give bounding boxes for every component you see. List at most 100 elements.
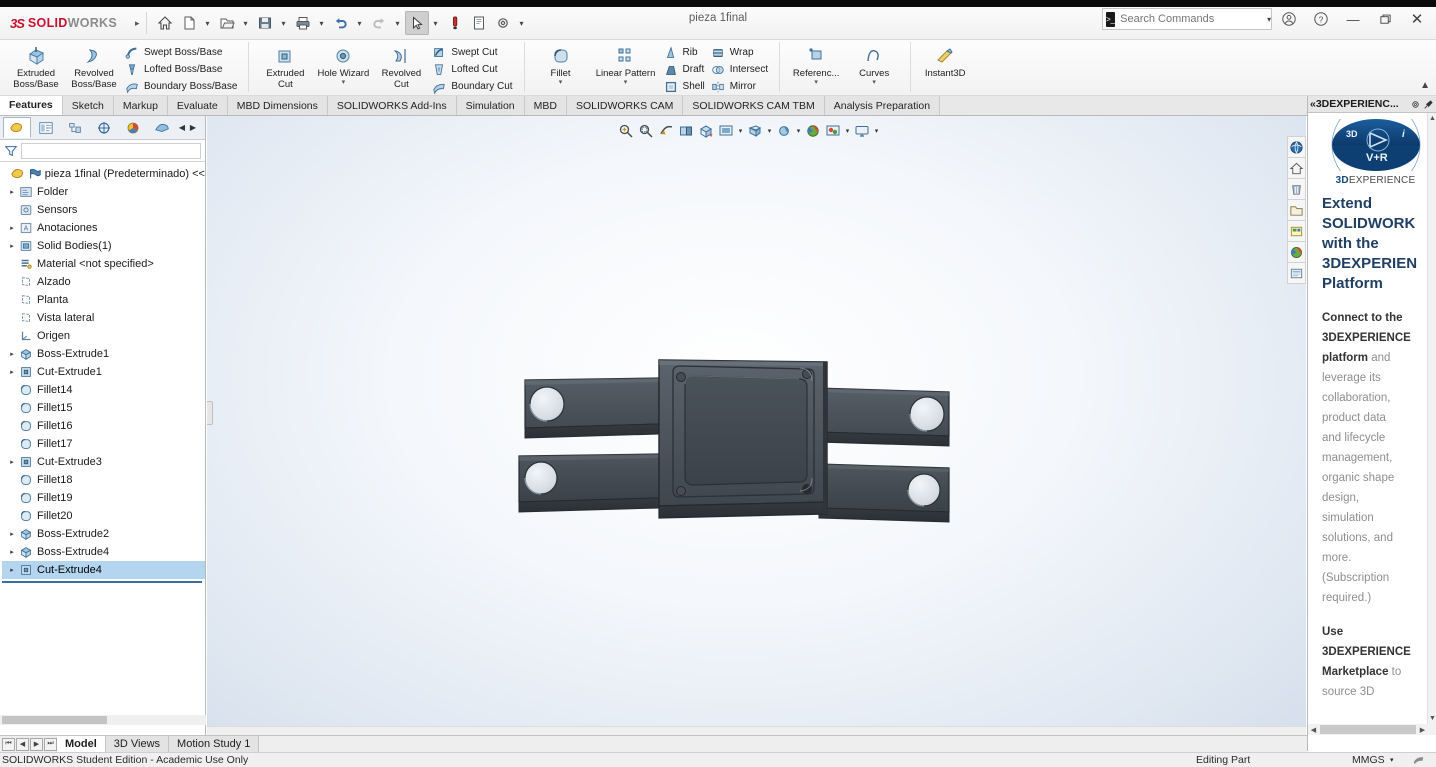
display-manager-tab[interactable]: [119, 117, 147, 138]
task-pane-scroll-down-icon[interactable]: ▼: [1428, 713, 1436, 724]
shell-button[interactable]: Shell: [662, 78, 709, 95]
curves-button[interactable]: Curves ▾: [845, 42, 903, 86]
tree-item[interactable]: Alzado: [2, 273, 205, 291]
graphics-viewport[interactable]: ▾ ▾ ▾ ▾ ▾: [207, 116, 1306, 735]
fillet-button[interactable]: Fillet ▾: [532, 42, 590, 86]
decals-icon[interactable]: [1286, 220, 1306, 242]
tree-item[interactable]: Planta: [2, 291, 205, 309]
close-button[interactable]: ✕: [1402, 7, 1432, 31]
wrap-button[interactable]: Wrap: [709, 44, 772, 61]
swept-boss-base-button[interactable]: Swept Boss/Base: [123, 44, 241, 61]
feature-tree-filter[interactable]: [0, 140, 205, 162]
tree-item[interactable]: ▸ Solid Bodies(1): [2, 237, 205, 255]
expand-arrow-icon[interactable]: ▸: [6, 350, 18, 358]
tree-item[interactable]: ▸ Cut-Extrude1: [2, 363, 205, 381]
tree-item-selected[interactable]: ▸ Cut-Extrude4: [2, 561, 205, 579]
search-commands-box[interactable]: >_ ▾: [1102, 8, 1272, 30]
tree-item[interactable]: Origen: [2, 327, 205, 345]
dimxpert-manager-tab[interactable]: [90, 117, 118, 138]
lofted-cut-button[interactable]: Lofted Cut: [430, 61, 516, 78]
task-pane-scroll-right-icon[interactable]: ▶: [1417, 726, 1428, 734]
tab-analysis-preparation[interactable]: Analysis Preparation: [824, 96, 941, 115]
hole-wizard-caret-icon[interactable]: ▾: [342, 79, 346, 86]
fillet-caret-icon[interactable]: ▾: [559, 79, 563, 86]
tree-item[interactable]: pieza 1final (Predeterminado) <<: [2, 165, 205, 183]
configuration-manager-tab[interactable]: [61, 117, 89, 138]
next-icon[interactable]: ▶: [30, 737, 43, 751]
task-pane-hscroll-thumb[interactable]: [1320, 725, 1416, 734]
status-options-icon[interactable]: [1412, 754, 1426, 766]
panel-splitter-handle[interactable]: [207, 401, 213, 425]
expand-arrow-icon[interactable]: ▸: [6, 188, 18, 196]
tree-item[interactable]: ▸ A Anotaciones: [2, 219, 205, 237]
tree-item[interactable]: Sensors: [2, 201, 205, 219]
mirror-button[interactable]: Mirror: [709, 78, 772, 95]
expand-arrow-icon[interactable]: ▸: [6, 242, 18, 250]
tree-item[interactable]: ▸ Boss-Extrude4: [2, 543, 205, 561]
property-manager-tab[interactable]: [32, 117, 60, 138]
view-cube-icon[interactable]: [1286, 136, 1306, 158]
tree-item[interactable]: ▸ Folder: [2, 183, 205, 201]
tree-item[interactable]: ▸ Boss-Extrude2: [2, 525, 205, 543]
home-view-icon[interactable]: [1286, 157, 1306, 179]
tree-item[interactable]: Fillet16: [2, 417, 205, 435]
rib-button[interactable]: Rib: [662, 44, 709, 61]
cam-feature-tree-tab[interactable]: [148, 117, 176, 138]
gear-icon[interactable]: [1410, 99, 1421, 110]
feature-filter-input[interactable]: [21, 142, 201, 159]
part-model-3d[interactable]: x z: [207, 116, 1306, 735]
revolved-boss-base-button[interactable]: Revolved Boss/Base: [65, 42, 123, 90]
feature-tabs-prev-icon[interactable]: ◀: [177, 123, 187, 132]
hole-wizard-button[interactable]: Hole Wizard ▾: [314, 42, 372, 86]
document-tab-model[interactable]: Model: [57, 735, 106, 753]
tree-item[interactable]: Fillet18: [2, 471, 205, 489]
reference-geometry-button[interactable]: Referenc... ▾: [787, 42, 845, 86]
extruded-boss-base-button[interactable]: Extruded Boss/Base: [7, 42, 65, 90]
rollback-bar[interactable]: [2, 581, 202, 583]
expand-arrow-icon[interactable]: ▸: [6, 566, 18, 574]
tree-item[interactable]: ▸ Boss-Extrude1: [2, 345, 205, 363]
custom-icon[interactable]: [1286, 262, 1306, 284]
tree-item[interactable]: Fillet14: [2, 381, 205, 399]
search-input[interactable]: [1115, 12, 1265, 26]
minimize-button[interactable]: —: [1338, 7, 1368, 31]
reference-geometry-caret-icon[interactable]: ▾: [814, 79, 818, 86]
document-tab-3d-views[interactable]: 3D Views: [105, 735, 170, 753]
units-indicator[interactable]: MMGS: [1352, 754, 1385, 766]
expand-arrow-icon[interactable]: ▸: [6, 548, 18, 556]
tab-solidworks-cam[interactable]: SOLIDWORKS CAM: [566, 96, 684, 115]
tab-markup[interactable]: Markup: [113, 96, 168, 115]
lofted-boss-base-button[interactable]: Lofted Boss/Base: [123, 61, 241, 78]
document-tab-motion-study-1[interactable]: Motion Study 1: [169, 735, 260, 753]
task-pane-scroll-left-icon[interactable]: ◀: [1308, 726, 1319, 734]
instant3d-button[interactable]: Instant3D: [918, 42, 972, 79]
help-icon[interactable]: ?: [1306, 7, 1336, 31]
expand-arrow-icon[interactable]: ▸: [6, 458, 18, 466]
expand-arrow-icon[interactable]: ▸: [6, 224, 18, 232]
boundary-boss-base-button[interactable]: Boundary Boss/Base: [123, 78, 241, 95]
expand-arrow-icon[interactable]: ▸: [6, 530, 18, 538]
ribbon-collapse-icon[interactable]: ▲: [1420, 80, 1430, 91]
units-caret-icon[interactable]: ▾: [1390, 756, 1394, 764]
tab-solidworks-cam-tbm[interactable]: SOLIDWORKS CAM TBM: [683, 96, 825, 115]
linear-pattern-button[interactable]: Linear Pattern ▾: [590, 42, 662, 86]
pin-icon[interactable]: [1423, 99, 1434, 110]
tab-features[interactable]: Features: [0, 96, 63, 115]
intersect-button[interactable]: Intersect: [709, 61, 772, 78]
previous-icon[interactable]: ◀: [16, 737, 29, 751]
feature-tree-hscrollbar[interactable]: [0, 715, 206, 725]
scenes-icon[interactable]: [1286, 241, 1306, 263]
feature-tree-hscroll-thumb[interactable]: [2, 716, 107, 724]
tab-sketch[interactable]: Sketch: [62, 96, 114, 115]
tree-item[interactable]: Fillet17: [2, 435, 205, 453]
extruded-cut-button[interactable]: Extruded Cut: [256, 42, 314, 90]
task-pane-hscrollbar[interactable]: ◀ ▶: [1308, 724, 1428, 735]
linear-pattern-caret-icon[interactable]: ▾: [624, 79, 628, 86]
feature-manager-tab[interactable]: [3, 117, 31, 138]
restore-button[interactable]: [1370, 7, 1400, 31]
account-icon[interactable]: [1274, 7, 1304, 31]
appearances-icon[interactable]: [1286, 178, 1306, 200]
first-icon[interactable]: ⏮: [2, 737, 15, 751]
search-caret-icon[interactable]: ▾: [1267, 15, 1271, 24]
tree-item[interactable]: Material <not specified>: [2, 255, 205, 273]
